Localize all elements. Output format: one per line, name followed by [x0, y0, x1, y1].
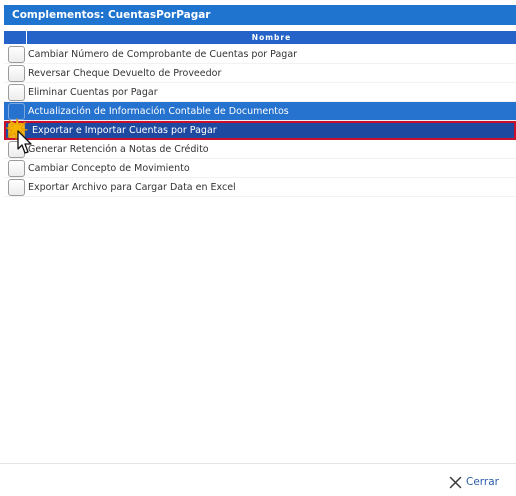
row-label: Exportar Archivo para Cargar Data en Exc… [28, 181, 236, 193]
table-row[interactable]: Cambiar Concepto de Movimiento [4, 159, 516, 178]
footer-divider [0, 463, 516, 464]
mouse-pointer-icon [17, 130, 32, 154]
row-label: Cambiar Número de Comprobante de Cuentas… [28, 48, 298, 60]
row-label: Eliminar Cuentas por Pagar [28, 86, 158, 98]
row-checkbox-cell[interactable] [4, 64, 27, 83]
row-checkbox-cell[interactable] [4, 83, 27, 102]
row-label: Cambiar Concepto de Movimiento [28, 162, 190, 174]
table-row-highlighted[interactable]: Actualización de Información Contable de… [4, 102, 516, 121]
close-x-icon [449, 476, 462, 488]
row-checkbox-cell[interactable] [4, 178, 27, 197]
grid-header: Nombre [4, 31, 516, 45]
row-checkbox-cell[interactable] [4, 45, 27, 64]
table-row[interactable]: Generar Retención a Notas de Crédito [4, 140, 516, 159]
row-checkbox[interactable] [8, 159, 25, 177]
complementos-grid: Nombre Cambiar Número de Comprobante de … [4, 31, 516, 197]
row-checkbox[interactable] [8, 83, 25, 101]
table-row[interactable]: Reversar Cheque Devuelto de Proveedor [4, 64, 516, 83]
close-button-label: Cerrar [466, 476, 499, 488]
dialog-title: Complementos: CuentasPorPagar [4, 5, 516, 25]
close-button[interactable]: Cerrar [449, 474, 499, 490]
row-checkbox[interactable] [8, 178, 25, 196]
row-checkbox[interactable] [8, 102, 25, 120]
table-row[interactable]: Cambiar Número de Comprobante de Cuentas… [4, 45, 516, 64]
row-label: Generar Retención a Notas de Crédito [28, 143, 209, 155]
table-row[interactable]: Exportar Archivo para Cargar Data en Exc… [4, 178, 516, 197]
row-label: Reversar Cheque Devuelto de Proveedor [28, 67, 222, 79]
complementos-dialog: Complementos: CuentasPorPagar Nombre Cam… [0, 0, 516, 496]
header-checkbox-column [4, 31, 27, 44]
table-row-selected[interactable]: Exportar e Importar Cuentas por Pagar [4, 121, 516, 140]
row-checkbox[interactable] [8, 64, 25, 82]
row-checkbox[interactable] [8, 45, 25, 63]
row-label: Exportar e Importar Cuentas por Pagar [32, 124, 217, 136]
row-label: Actualización de Información Contable de… [28, 105, 289, 117]
row-checkbox-cell[interactable] [4, 159, 27, 178]
column-header-nombre[interactable]: Nombre [27, 31, 516, 44]
table-row[interactable]: Eliminar Cuentas por Pagar [4, 83, 516, 102]
